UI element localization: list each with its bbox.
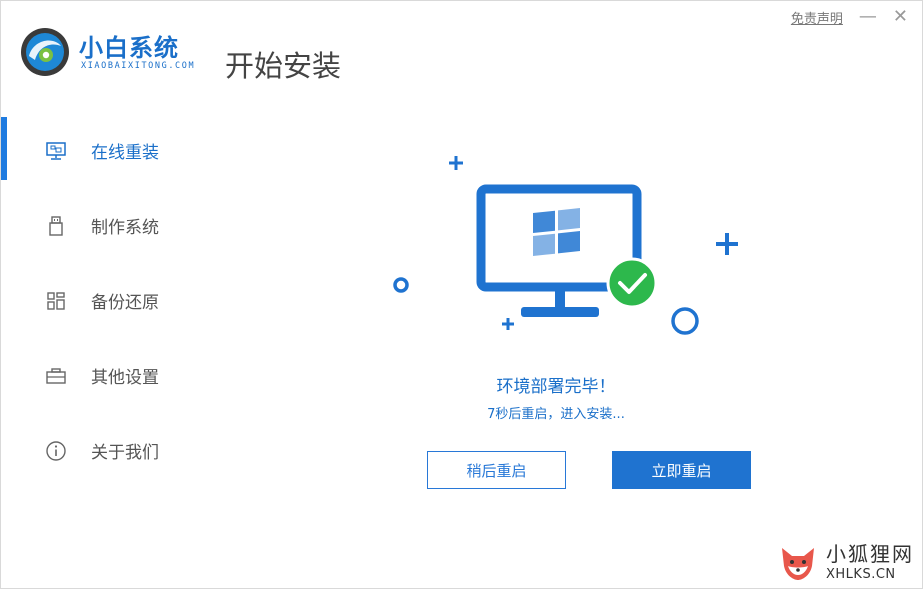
close-button[interactable]: ✕ xyxy=(893,7,908,27)
status-title: 环境部署完毕！ xyxy=(496,377,616,397)
sidebar-item-about-us[interactable]: 关于我们 xyxy=(1,413,201,488)
usb-drive-icon xyxy=(45,215,67,237)
logo-icon xyxy=(21,28,69,76)
watermark-en: XHLKS.CN xyxy=(826,566,896,582)
watermark-cn: 小狐狸网 xyxy=(826,541,914,566)
toolbox-icon xyxy=(45,365,67,387)
plus-icon xyxy=(449,156,463,170)
page-title: 开始安装 xyxy=(225,49,342,83)
sidebar-item-online-reinstall[interactable]: 在线重装 xyxy=(1,113,201,188)
sidebar-item-label: 在线重装 xyxy=(91,143,159,163)
grid-icon xyxy=(45,290,67,312)
sidebar-item-other-settings[interactable]: 其他设置 xyxy=(1,338,201,413)
sidebar-item-label: 制作系统 xyxy=(91,218,159,238)
brand-name: 小白系统 xyxy=(79,34,179,62)
minimize-button[interactable]: — xyxy=(859,7,877,27)
install-ready-illustration xyxy=(393,156,738,335)
fox-logo-icon xyxy=(782,548,814,580)
disclaimer-link[interactable]: 免责声明 xyxy=(791,8,843,27)
ring-icon xyxy=(671,307,699,335)
ring-icon xyxy=(393,277,409,293)
app-window: 小白系统 XIAOBAIXITONG.COM 开始安装 免责声明 — ✕ 在线重… xyxy=(0,0,923,589)
monitor-icon xyxy=(45,140,67,162)
sidebar-item-label: 备份还原 xyxy=(91,293,159,313)
sidebar-item-label: 其他设置 xyxy=(91,368,159,388)
sidebar-item-make-system[interactable]: 制作系统 xyxy=(1,188,201,263)
restart-later-button[interactable]: 稍后重启 xyxy=(427,451,566,489)
countdown-text: 7秒后重启，进入安装... xyxy=(487,407,625,422)
sidebar-item-label: 关于我们 xyxy=(91,443,159,463)
info-icon xyxy=(45,440,67,462)
sidebar-item-backup-restore[interactable]: 备份还原 xyxy=(1,263,201,338)
plus-icon xyxy=(716,233,738,255)
restart-now-button[interactable]: 立即重启 xyxy=(612,451,751,489)
success-check-icon xyxy=(606,257,658,309)
sidebar: 在线重装 制作系统 备份还原 其他设置 关于我们 xyxy=(1,113,201,488)
brand-subtitle: XIAOBAIXITONG.COM xyxy=(81,61,196,71)
plus-icon xyxy=(502,318,514,330)
window-controls: 免责声明 — ✕ xyxy=(791,7,908,27)
watermark: 小狐狸网 XHLKS.CN xyxy=(776,540,914,584)
